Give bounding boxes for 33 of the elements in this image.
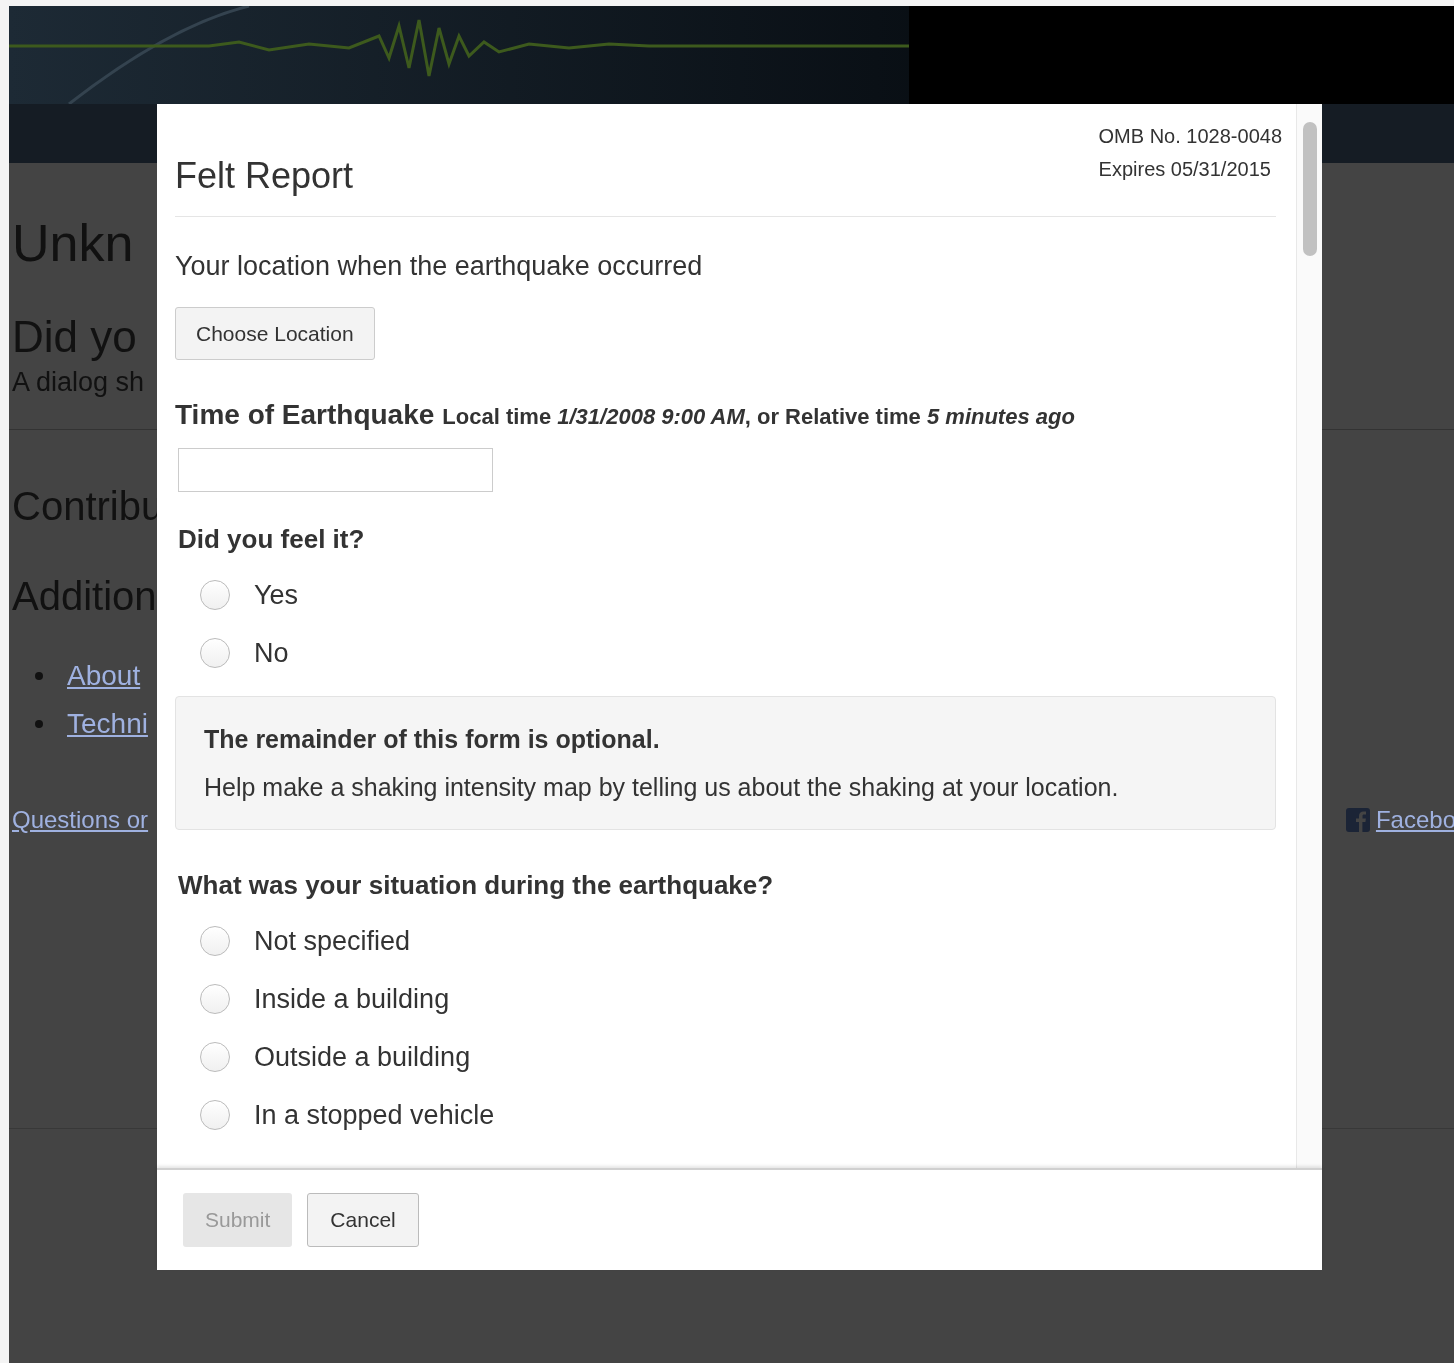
bullet-icon (35, 672, 43, 680)
field-label: Your location when the earthquake occurred (175, 250, 703, 283)
dialog-title: Felt Report (175, 154, 354, 198)
radio-button[interactable] (200, 1042, 230, 1072)
bullet-icon (35, 720, 43, 728)
option-label: Not specified (254, 924, 411, 958)
scrollbar-thumb[interactable] (1302, 122, 1317, 256)
page-link[interactable]: Techni (67, 706, 148, 742)
time-hint: Local time 1/31/2008 9:00 AM, or Relative time 5 minutes ago (442, 403, 1075, 431)
option-label: Inside a building (254, 982, 450, 1016)
option-label: In a stopped vehicle (254, 1098, 495, 1132)
question-title: What was your situation during the earthquake? (178, 869, 774, 902)
facebook-icon[interactable] (1345, 808, 1370, 832)
footer-link[interactable]: Questions or (12, 802, 149, 838)
notice-title: The remainder of this form is optional. (204, 724, 661, 755)
field-label: Time of Earthquake (175, 398, 435, 432)
option-label: Outside a building (254, 1040, 471, 1074)
expiry-date: Expires 05/31/2015 (1098, 157, 1272, 182)
dialog-button[interactable]: Cancel (307, 1193, 419, 1247)
option-label: Yes (254, 578, 299, 612)
radio-button[interactable] (200, 984, 230, 1014)
radio-button[interactable] (200, 926, 230, 956)
question-title: Did you feel it? (178, 523, 365, 556)
scrollbar[interactable] (1296, 104, 1322, 1168)
page-link[interactable]: About (67, 658, 141, 694)
time-input-field[interactable] (178, 448, 493, 492)
notice-text: Help make a shaking intensity map by telling us about the shaking at your location. (204, 772, 1120, 803)
radio-button[interactable] (200, 580, 230, 610)
radio-button[interactable] (200, 1100, 230, 1130)
radio-button[interactable] (200, 638, 230, 668)
choose-location-button[interactable]: Choose Location (175, 307, 375, 360)
omb-number: OMB No. 1028-0048 (1098, 124, 1282, 149)
option-label: No (254, 636, 289, 670)
